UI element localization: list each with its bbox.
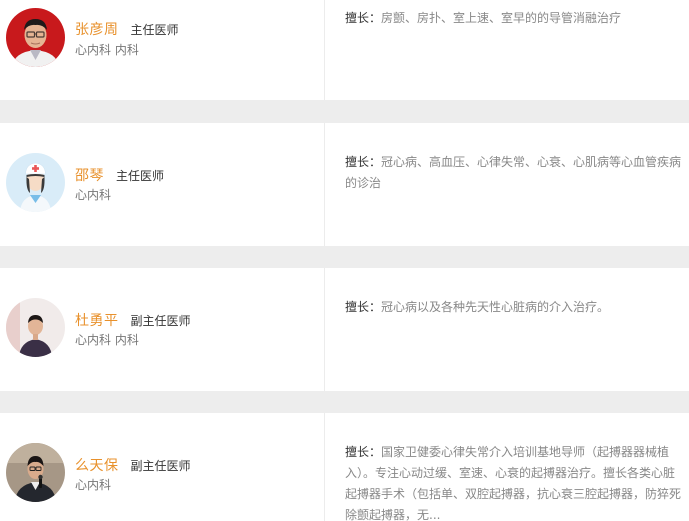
specialty-text: 国家卫健委心律失常介入培训基地导师（起搏器器械植入）。专注心动过缓、室速、心衰的…: [345, 445, 682, 521]
doctor-name[interactable]: 邵琴: [75, 165, 104, 185]
doctor-department: 心内科 内科: [75, 43, 139, 57]
doctor-name[interactable]: 张彦周: [75, 19, 119, 39]
doctor-specialty-panel: 擅长：房颤、房扑、室上速、室早的的导管消融治疗: [325, 0, 689, 100]
doctor-avatar[interactable]: [6, 298, 65, 357]
doctor-avatar[interactable]: [6, 153, 65, 212]
doctor-info: 张彦周 主任医师 心内科 内科: [0, 0, 325, 100]
doctor-department: 心内科: [75, 188, 112, 202]
specialty-label: 擅长：: [345, 445, 382, 459]
nurse-placeholder-icon: [6, 153, 65, 212]
doctor-photo-icon: [6, 8, 65, 67]
specialty-text: 冠心病以及各种先天性心脏病的介入治疗。: [381, 300, 610, 314]
doctor-department: 心内科: [75, 478, 112, 492]
doctor-photo-icon: [6, 298, 65, 357]
doctor-photo-icon: [6, 443, 65, 502]
doctor-title: 副主任医师: [130, 314, 191, 328]
doctor-info: 邵琴 主任医师 心内科: [0, 123, 325, 246]
doctor-card[interactable]: 杜勇平 副主任医师 心内科 内科 擅长：冠心病以及各种先天性心脏病的介入治疗。: [0, 268, 689, 391]
specialty-text: 房颤、房扑、室上速、室早的的导管消融治疗: [381, 11, 622, 25]
doctor-avatar[interactable]: [6, 443, 65, 502]
doctor-name[interactable]: 么天保: [75, 455, 119, 475]
doctor-specialty: 擅长：冠心病、高血压、心律失常、心衰、心肌病等心血管疾病的诊治: [345, 152, 683, 194]
doctor-title: 主任医师: [116, 169, 165, 183]
doctor-specialty-panel: 擅长：冠心病、高血压、心律失常、心衰、心肌病等心血管疾病的诊治: [325, 123, 689, 246]
specialty-text: 冠心病、高血压、心律失常、心衰、心肌病等心血管疾病的诊治: [345, 155, 682, 190]
specialty-label: 擅长：: [345, 155, 382, 169]
doctor-card[interactable]: 邵琴 主任医师 心内科 擅长：冠心病、高血压、心律失常、心衰、心肌病等心血管疾病…: [0, 123, 689, 246]
specialty-label: 擅长：: [345, 300, 382, 314]
doctor-card[interactable]: 张彦周 主任医师 心内科 内科 擅长：房颤、房扑、室上速、室早的的导管消融治疗: [0, 0, 689, 100]
doctor-specialty-panel: 擅长：国家卫健委心律失常介入培训基地导师（起搏器器械植入）。专注心动过缓、室速、…: [325, 413, 689, 521]
doctor-specialty: 擅长：国家卫健委心律失常介入培训基地导师（起搏器器械植入）。专注心动过缓、室速、…: [345, 442, 683, 521]
doctor-title: 主任医师: [130, 23, 179, 37]
doctor-list: 张彦周 主任医师 心内科 内科 擅长：房颤、房扑、室上速、室早的的导管消融治疗: [0, 0, 689, 521]
doctor-specialty-panel: 擅长：冠心病以及各种先天性心脏病的介入治疗。: [325, 268, 689, 391]
doctor-info: 么天保 副主任医师 心内科: [0, 413, 325, 521]
specialty-label: 擅长：: [345, 11, 382, 25]
doctor-department: 心内科 内科: [75, 333, 139, 347]
doctor-specialty: 擅长：房颤、房扑、室上速、室早的的导管消融治疗: [345, 8, 683, 29]
doctor-info: 杜勇平 副主任医师 心内科 内科: [0, 268, 325, 391]
doctor-card[interactable]: 么天保 副主任医师 心内科 擅长：国家卫健委心律失常介入培训基地导师（起搏器器械…: [0, 413, 689, 521]
doctor-title: 副主任医师: [130, 459, 191, 473]
doctor-name[interactable]: 杜勇平: [75, 310, 119, 330]
doctor-avatar[interactable]: [6, 8, 65, 67]
doctor-specialty: 擅长：冠心病以及各种先天性心脏病的介入治疗。: [345, 297, 683, 318]
